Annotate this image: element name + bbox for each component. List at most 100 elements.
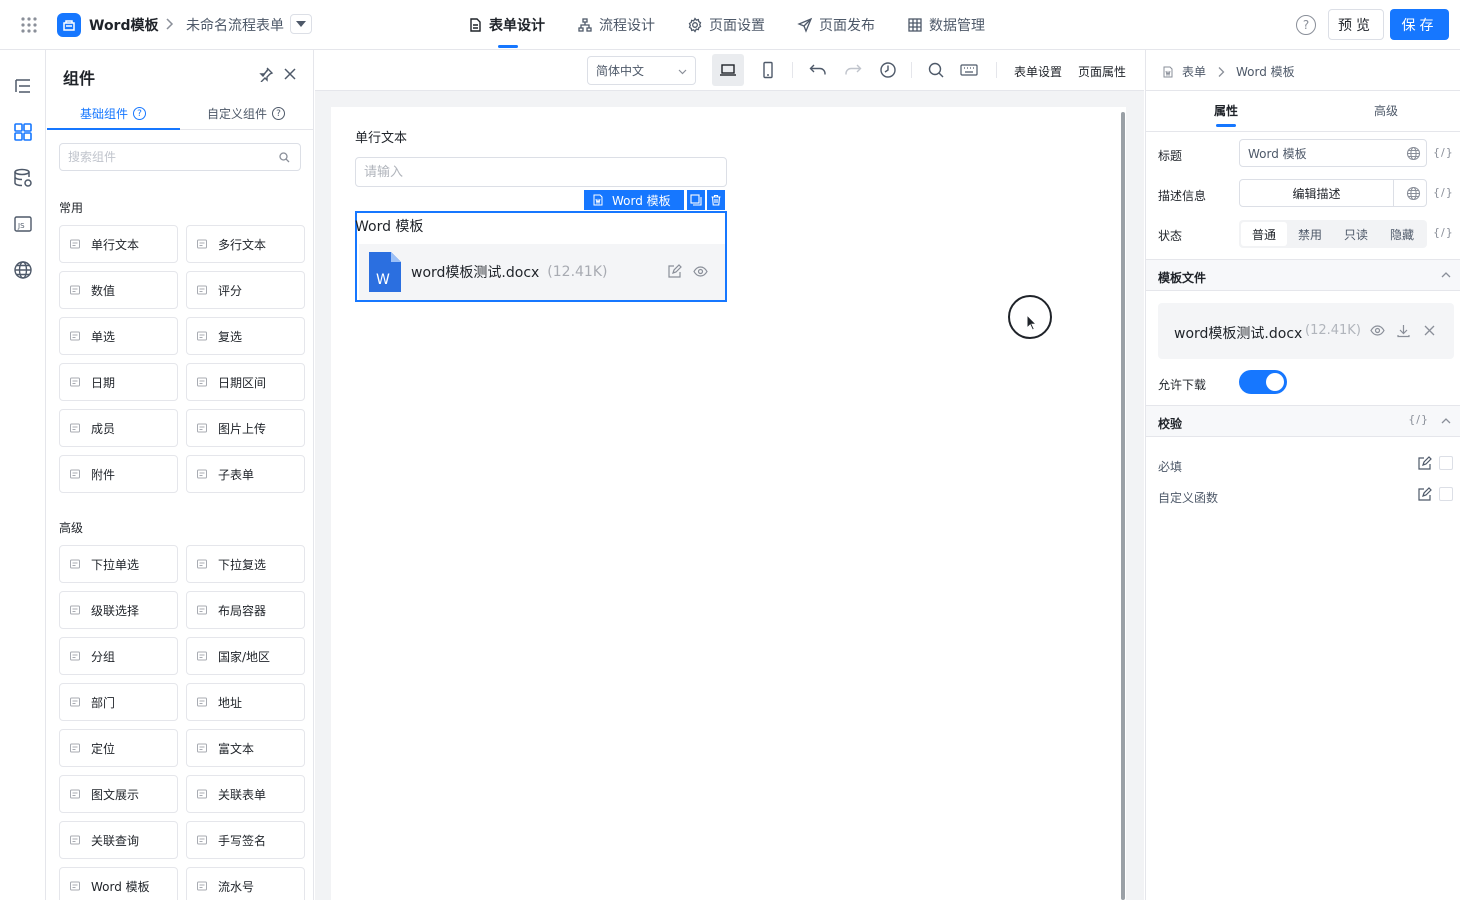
state-option-readonly[interactable]: 只读 <box>1333 222 1379 246</box>
globe-icon[interactable] <box>1406 186 1421 201</box>
state-option-disabled[interactable]: 禁用 <box>1287 222 1333 246</box>
datasource-icon[interactable] <box>12 167 34 189</box>
component-item[interactable]: 日期区间 <box>186 363 305 401</box>
tab-advanced[interactable]: 高级 <box>1374 102 1398 119</box>
state-option-normal[interactable]: 普通 <box>1241 222 1287 246</box>
selected-component-tag[interactable]: Word 模板 <box>584 190 684 210</box>
redo-icon[interactable] <box>841 58 865 82</box>
desktop-view-icon[interactable] <box>712 54 744 86</box>
component-item[interactable]: 关联表单 <box>186 775 305 813</box>
eye-icon[interactable] <box>1370 323 1385 338</box>
tab-data-management[interactable]: 数据管理 <box>895 0 997 50</box>
component-item[interactable]: 下拉复选 <box>186 545 305 583</box>
close-icon[interactable] <box>282 66 298 82</box>
component-item[interactable]: 子表单 <box>186 455 305 493</box>
download-icon[interactable] <box>1396 323 1411 338</box>
brand[interactable]: Word模板 <box>57 13 159 37</box>
tab-properties[interactable]: 属性 <box>1214 102 1238 119</box>
globe-icon[interactable] <box>1406 146 1421 161</box>
component-item[interactable]: 关联查询 <box>59 821 178 859</box>
component-item[interactable]: 地址 <box>186 683 305 721</box>
component-item[interactable]: 图文展示 <box>59 775 178 813</box>
tab-page-publish[interactable]: 页面发布 <box>785 0 887 50</box>
form-settings-button[interactable]: 表单设置 <box>1014 63 1062 80</box>
help-icon[interactable]: ? <box>1296 15 1316 35</box>
tab-form-design[interactable]: 表单设计 <box>455 0 557 50</box>
title-field[interactable]: Word 模板 <box>1239 139 1427 167</box>
formula-button[interactable]: {/} <box>1408 413 1429 426</box>
custom-function-checkbox[interactable] <box>1439 487 1453 501</box>
component-item[interactable]: 单选 <box>59 317 178 355</box>
page-properties-button[interactable]: 页面属性 <box>1078 63 1126 80</box>
component-item[interactable]: 数值 <box>59 271 178 309</box>
component-item[interactable]: 手写签名 <box>186 821 305 859</box>
edit-description-button[interactable]: 编辑描述 <box>1240 180 1394 206</box>
component-item[interactable]: 级联选择 <box>59 591 178 629</box>
keyboard-icon[interactable] <box>957 58 981 82</box>
document-icon <box>1162 66 1174 78</box>
form-name[interactable]: 未命名流程表单 <box>186 15 284 35</box>
undo-icon[interactable] <box>806 58 830 82</box>
validation-section[interactable]: 校验 {/} <box>1146 405 1460 437</box>
component-item[interactable]: 日期 <box>59 363 178 401</box>
copy-icon[interactable] <box>687 190 705 210</box>
component-item[interactable]: 成员 <box>59 409 178 447</box>
user-icon <box>69 422 81 434</box>
delete-icon[interactable] <box>707 190 725 210</box>
required-checkbox[interactable] <box>1439 456 1453 470</box>
file-name[interactable]: word模板测试.docx <box>1174 323 1302 343</box>
component-item[interactable]: 定位 <box>59 729 178 767</box>
tab-page-settings[interactable]: 页面设置 <box>675 0 777 50</box>
tab-custom-components[interactable]: 自定义组件 ? <box>207 105 286 122</box>
template-file-section[interactable]: 模板文件 <box>1146 259 1460 291</box>
edit-icon[interactable] <box>1417 487 1432 502</box>
component-item[interactable]: 富文本 <box>186 729 305 767</box>
allow-download-toggle[interactable] <box>1239 370 1287 394</box>
save-button[interactable]: 保存 <box>1390 9 1449 40</box>
form-menu-dropdown[interactable] <box>290 14 312 34</box>
eye-icon[interactable] <box>693 264 708 279</box>
preview-button[interactable]: 预览 <box>1328 9 1384 40</box>
history-icon[interactable] <box>876 58 900 82</box>
pin-icon[interactable] <box>258 66 274 82</box>
edit-icon[interactable] <box>667 264 682 279</box>
js-icon[interactable]: JS <box>12 213 34 235</box>
search-input[interactable] <box>68 144 268 170</box>
formula-button[interactable]: {/} <box>1433 226 1454 239</box>
close-icon[interactable] <box>1422 323 1437 338</box>
component-item[interactable]: 多行文本 <box>186 225 305 263</box>
text-input[interactable] <box>364 158 704 186</box>
component-item[interactable]: 分组 <box>59 637 178 675</box>
canvas-scrollbar[interactable] <box>1121 112 1125 900</box>
tab-flow-design[interactable]: 流程设计 <box>565 0 667 50</box>
mobile-view-icon[interactable] <box>756 58 780 82</box>
components-icon[interactable] <box>12 121 34 143</box>
component-item[interactable]: 单行文本 <box>59 225 178 263</box>
formula-button[interactable]: {/} <box>1433 186 1454 199</box>
component-item[interactable]: 评分 <box>186 271 305 309</box>
formula-button[interactable]: {/} <box>1433 146 1454 159</box>
component-item[interactable]: 下拉单选 <box>59 545 178 583</box>
component-item[interactable]: 图片上传 <box>186 409 305 447</box>
component-item[interactable]: 布局容器 <box>186 591 305 629</box>
breadcrumb-item[interactable]: 表单 <box>1182 63 1206 80</box>
description-field: 编辑描述 <box>1239 179 1427 207</box>
search-icon[interactable] <box>924 58 948 82</box>
component-item[interactable]: 附件 <box>59 455 178 493</box>
component-item[interactable]: 流水号 <box>186 867 305 900</box>
edit-icon[interactable] <box>1417 456 1432 471</box>
file-name[interactable]: word模板测试.docx <box>411 262 539 282</box>
component-label: 下拉复选 <box>218 557 267 572</box>
state-option-hidden[interactable]: 隐藏 <box>1379 222 1425 246</box>
language-select[interactable]: 简体中文 <box>587 56 696 85</box>
outline-icon[interactable] <box>12 75 34 97</box>
component-item[interactable]: 部门 <box>59 683 178 721</box>
component-item[interactable]: 复选 <box>186 317 305 355</box>
globe-icon[interactable] <box>12 259 34 281</box>
tab-basic-components[interactable]: 基础组件 ? <box>80 105 147 122</box>
app-grid-icon[interactable] <box>20 16 38 34</box>
component-item[interactable]: Word 模板 <box>59 867 178 900</box>
chevron-right-icon <box>163 17 175 31</box>
search-icon[interactable] <box>279 152 290 163</box>
component-item[interactable]: 国家/地区 <box>186 637 305 675</box>
